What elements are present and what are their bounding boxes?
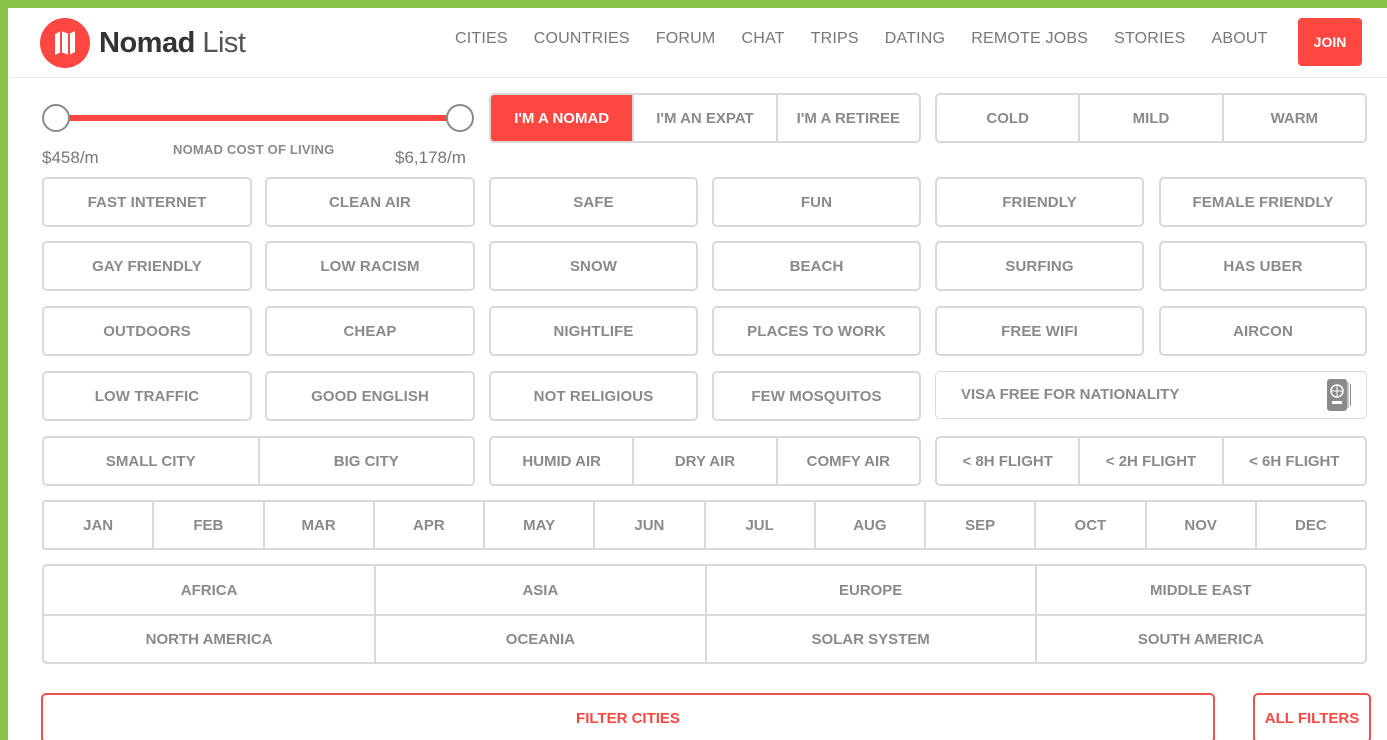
brand-name: Nomad List — [99, 26, 246, 59]
flight-6h-button[interactable]: < 6H FLIGHT — [1221, 438, 1365, 484]
filter-places-to-work[interactable]: PLACES TO WORK — [712, 306, 921, 356]
month-selector: JAN FEB MAR APR MAY JUN JUL AUG SEP OCT … — [42, 500, 1367, 550]
cost-of-living-slider: $458/m NOMAD COST OF LIVING $6,178/m — [40, 100, 480, 167]
nav-chat[interactable]: CHAT — [741, 30, 784, 48]
nav-countries[interactable]: COUNTRIES — [534, 30, 630, 48]
region-north-america[interactable]: NORTH AMERICA — [44, 614, 375, 662]
slider-min-value: $458/m — [42, 148, 99, 167]
climate-warm-button[interactable]: WARM — [1221, 95, 1365, 141]
filter-outdoors[interactable]: OUTDOORS — [42, 306, 252, 356]
persona-retiree-button[interactable]: I'M A RETIREE — [775, 95, 919, 141]
comfy-air-button[interactable]: COMFY AIR — [775, 438, 919, 484]
nav-stories[interactable]: STORIES — [1114, 30, 1185, 48]
visa-free-nationality-input[interactable]: VISA FREE FOR NATIONALITY — [935, 371, 1367, 419]
nav-dating[interactable]: DATING — [885, 30, 945, 48]
flight-time-toggle: < 8H FLIGHT < 2H FLIGHT < 6H FLIGHT — [935, 436, 1367, 486]
month-dec[interactable]: DEC — [1254, 502, 1365, 548]
filter-fun[interactable]: FUN — [712, 177, 921, 227]
big-city-button[interactable]: BIG CITY — [257, 438, 474, 484]
filter-snow[interactable]: SNOW — [489, 241, 698, 291]
main-nav: CITIES COUNTRIES FORUM CHAT TRIPS DATING… — [455, 30, 1294, 48]
month-jun[interactable]: JUN — [593, 502, 703, 548]
all-filters-button[interactable]: ALL FILTERS — [1253, 693, 1371, 740]
region-middle-east[interactable]: MIDDLE EAST — [1034, 566, 1365, 614]
visa-placeholder: VISA FREE FOR NATIONALITY — [961, 386, 1180, 403]
slider-label: NOMAD COST OF LIVING — [173, 142, 335, 157]
filter-low-racism[interactable]: LOW RACISM — [265, 241, 475, 291]
region-solar-system[interactable]: SOLAR SYSTEM — [704, 614, 1035, 662]
filter-friendly[interactable]: FRIENDLY — [935, 177, 1144, 227]
nav-trips[interactable]: TRIPS — [811, 30, 859, 48]
region-africa[interactable]: AFRICA — [44, 566, 374, 614]
nav-cities[interactable]: CITIES — [455, 30, 508, 48]
filter-has-uber[interactable]: HAS UBER — [1159, 241, 1367, 291]
join-button[interactable]: JOIN — [1298, 18, 1362, 66]
top-navbar: Nomad List CITIES COUNTRIES FORUM CHAT T… — [8, 8, 1387, 78]
month-nov[interactable]: NOV — [1144, 502, 1255, 548]
month-mar[interactable]: MAR — [262, 502, 373, 548]
filter-cheap[interactable]: CHEAP — [265, 306, 475, 356]
region-selector: AFRICA ASIA EUROPE MIDDLE EAST NORTH AME… — [42, 564, 1367, 664]
slider-min-handle[interactable] — [42, 104, 70, 132]
filter-cities-button[interactable]: FILTER CITIES — [41, 693, 1215, 740]
persona-nomad-button[interactable]: I'M A NOMAD — [491, 95, 633, 141]
filter-not-religious[interactable]: NOT RELIGIOUS — [489, 371, 698, 421]
region-europe[interactable]: EUROPE — [704, 566, 1035, 614]
filter-fast-internet[interactable]: FAST INTERNET — [42, 177, 252, 227]
persona-expat-button[interactable]: I'M AN EXPAT — [632, 95, 775, 141]
climate-toggle: COLD MILD WARM — [935, 93, 1367, 143]
nav-forum[interactable]: FORUM — [656, 30, 716, 48]
nav-about[interactable]: ABOUT — [1211, 30, 1267, 48]
filter-clean-air[interactable]: CLEAN AIR — [265, 177, 475, 227]
month-apr[interactable]: APR — [372, 502, 483, 548]
climate-mild-button[interactable]: MILD — [1078, 95, 1221, 141]
month-jul[interactable]: JUL — [703, 502, 814, 548]
filter-surfing[interactable]: SURFING — [935, 241, 1144, 291]
month-oct[interactable]: OCT — [1034, 502, 1144, 548]
filter-nightlife[interactable]: NIGHTLIFE — [489, 306, 698, 356]
month-aug[interactable]: AUG — [813, 502, 924, 548]
persona-toggle: I'M A NOMAD I'M AN EXPAT I'M A RETIREE — [489, 93, 921, 143]
filter-beach[interactable]: BEACH — [712, 241, 921, 291]
map-icon — [40, 18, 90, 68]
filter-free-wifi[interactable]: FREE WIFI — [935, 306, 1144, 356]
month-may[interactable]: MAY — [483, 502, 593, 548]
filter-female-friendly[interactable]: FEMALE FRIENDLY — [1159, 177, 1367, 227]
region-south-america[interactable]: SOUTH AMERICA — [1034, 614, 1365, 662]
humid-air-button[interactable]: HUMID AIR — [491, 438, 632, 484]
month-jan[interactable]: JAN — [44, 502, 152, 548]
humidity-toggle: HUMID AIR DRY AIR COMFY AIR — [489, 436, 921, 486]
slider-max-value: $6,178/m — [395, 148, 466, 167]
climate-cold-button[interactable]: COLD — [937, 95, 1078, 141]
region-oceania[interactable]: OCEANIA — [374, 614, 705, 662]
city-size-toggle: SMALL CITY BIG CITY — [42, 436, 475, 486]
logo[interactable]: Nomad List — [40, 18, 246, 68]
slider-track[interactable] — [56, 115, 460, 121]
filter-good-english[interactable]: GOOD ENGLISH — [265, 371, 475, 421]
flight-8h-button[interactable]: < 8H FLIGHT — [937, 438, 1078, 484]
small-city-button[interactable]: SMALL CITY — [44, 438, 258, 484]
region-asia[interactable]: ASIA — [374, 566, 704, 614]
nav-remote-jobs[interactable]: REMOTE JOBS — [971, 30, 1088, 48]
passport-icon — [1326, 378, 1352, 417]
filter-aircon[interactable]: AIRCON — [1159, 306, 1367, 356]
slider-max-handle[interactable] — [446, 104, 474, 132]
filter-gay-friendly[interactable]: GAY FRIENDLY — [42, 241, 252, 291]
month-sep[interactable]: SEP — [924, 502, 1034, 548]
filter-safe[interactable]: SAFE — [489, 177, 698, 227]
filter-few-mosquitos[interactable]: FEW MOSQUITOS — [712, 371, 921, 421]
flight-2h-button[interactable]: < 2H FLIGHT — [1078, 438, 1221, 484]
page: Nomad List CITIES COUNTRIES FORUM CHAT T… — [8, 8, 1387, 740]
filter-low-traffic[interactable]: LOW TRAFFIC — [42, 371, 252, 421]
month-feb[interactable]: FEB — [152, 502, 262, 548]
dry-air-button[interactable]: DRY AIR — [632, 438, 775, 484]
